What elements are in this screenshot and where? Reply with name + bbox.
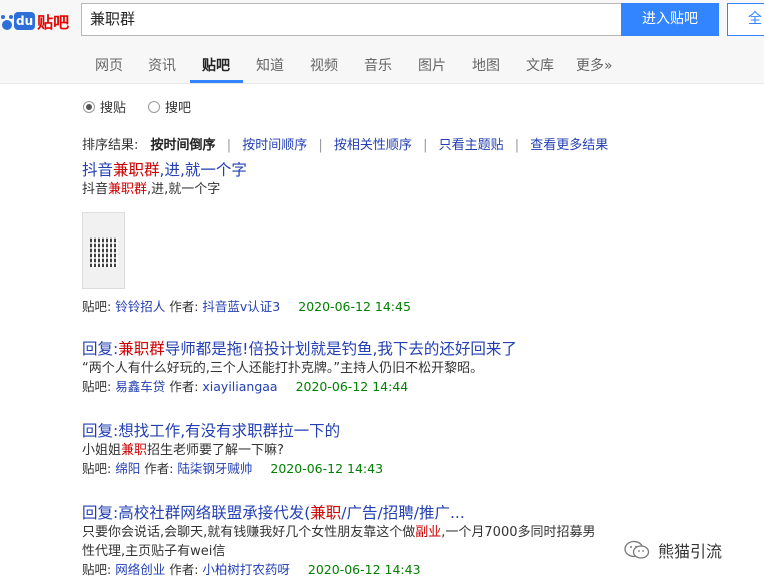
tab-images[interactable]: 图片 [418, 55, 446, 75]
radio-search-posts[interactable] [83, 100, 95, 113]
post-date: 2020-06-12 14:43 [307, 562, 421, 577]
qr-code-overlay [90, 237, 118, 267]
search-mode-radios: 搜贴 搜吧 [83, 97, 191, 116]
title-highlight[interactable]: 兼职群 [118, 340, 165, 358]
result-item: 回复:兼职群导师都是拖!倍投计划就是钓鱼,我下去的还好回来了 “两个人有什么好玩… [82, 339, 517, 396]
title-text[interactable]: 抖音 [82, 161, 113, 179]
result-item: 回复:想找工作,有没有求职群拉一下的 小姐姐兼职招生老师要了解一下嘛? 贴吧: … [82, 421, 383, 478]
logo-tieba-text: 贴吧 [37, 13, 70, 32]
author-link[interactable]: xiayiliangaa [202, 379, 277, 394]
sort-current: 按时间倒序 [150, 138, 216, 153]
post-date: 2020-06-12 14:44 [295, 379, 409, 394]
result-title-link[interactable]: 回复:兼职群导师都是拖!倍投计划就是钓鱼,我下去的还好回来了 [82, 339, 517, 359]
result-snippet: 只要你会说话,会聊天,就有钱赚我好几个女性朋友靠这个做副业,一个月7000多同时… [82, 523, 602, 561]
bar-label: 贴吧: [82, 299, 112, 314]
title-highlight[interactable]: 兼职群 [113, 161, 160, 179]
radio-search-bars[interactable] [148, 100, 161, 113]
tab-zhidao[interactable]: 知道 [256, 55, 284, 75]
post-date: 2020-06-12 14:45 [298, 299, 411, 314]
sort-relevance-link[interactable]: 按相关性顺序 [334, 138, 412, 153]
bar-label: 贴吧: [82, 379, 112, 394]
result-title-link[interactable]: 回复:高校社群网络联盟承接代发(兼职/广告/招聘/推广... [82, 503, 602, 523]
result-item: 抖音兼职群,进,就一个字 抖音兼职群,进,就一个字 [82, 160, 247, 199]
snippet-text: 只要你会说话,会聊天,就有钱赚我好几个女性朋友靠这个做 [82, 525, 416, 540]
bar-link[interactable]: 铃铃招人 [115, 299, 165, 314]
author-label: 作者: [169, 379, 199, 394]
tieba-logo[interactable]: du 贴吧 [0, 6, 69, 36]
divider: | [318, 138, 323, 153]
title-text[interactable]: 回复:高校社群网络联盟承接代发( [82, 504, 310, 522]
radio-search-posts-label[interactable]: 搜贴 [100, 97, 126, 116]
top-header: du 贴吧 兼职群 进入贴吧 全 网页 资讯 贴吧 知道 视频 音乐 图片 地图… [0, 0, 764, 84]
result-thumbnail[interactable] [82, 212, 125, 289]
result-meta: 贴吧: 易鑫车贷 作者: xiayiliangaa 2020-06-12 14:… [82, 378, 517, 396]
bar-label: 贴吧: [82, 562, 112, 577]
snippet-text: ,一个月7000多同时招募男 [441, 525, 596, 540]
post-date: 2020-06-12 14:43 [270, 461, 384, 476]
bar-label: 贴吧: [82, 461, 112, 476]
logo-du: du [14, 12, 36, 30]
result-item: 回复:高校社群网络联盟承接代发(兼职/广告/招聘/推广... 只要你会说话,会聊… [82, 503, 602, 579]
author-label: 作者: [144, 461, 174, 476]
author-label: 作者: [169, 562, 199, 577]
tab-web[interactable]: 网页 [95, 55, 123, 75]
result-snippet: “两个人有什么好玩的,三个人还能打扑克牌。”主持人仍旧不松开黎昭。 [82, 361, 484, 376]
wechat-watermark: 熊猫引流 [624, 538, 722, 562]
snippet-highlight: 副业 [415, 525, 442, 540]
wechat-icon [624, 540, 650, 559]
divider: | [514, 138, 520, 153]
result-meta: 贴吧: 铃铃招人 作者: 抖音蓝v认证3 2020-06-12 14:45 [82, 298, 411, 316]
sort-bar: 排序结果: 按时间倒序 | 按时间顺序 | 按相关性顺序 | 只看主题贴 | 查… [82, 134, 608, 153]
result-snippet: 小姐姐兼职招生老师要了解一下嘛? [82, 441, 383, 460]
author-label: 作者: [169, 299, 199, 314]
radio-search-bars-label[interactable]: 搜吧 [165, 97, 191, 116]
vertical-tabs: 网页 资讯 贴吧 知道 视频 音乐 图片 地图 文库 更多» [0, 53, 764, 84]
author-link[interactable]: 小柏树打农药呀 [202, 562, 290, 577]
title-text[interactable]: 回复: [82, 340, 118, 358]
snippet-highlight: 兼职群 [108, 182, 148, 197]
bar-link[interactable]: 网络创业 [115, 562, 165, 577]
snippet-highlight: 兼职 [121, 443, 148, 458]
bar-link[interactable]: 绵阳 [115, 461, 140, 476]
tab-news[interactable]: 资讯 [148, 55, 176, 75]
tab-more[interactable]: 更多» [576, 55, 613, 75]
divider: | [423, 138, 428, 153]
bar-link[interactable]: 易鑫车贷 [115, 379, 165, 394]
active-tab-indicator [190, 80, 243, 83]
author-link[interactable]: 抖音蓝v认证3 [202, 299, 280, 314]
title-text[interactable]: 导师都是拖!倍投计划就是钓鱼,我下去的还好回来了 [165, 340, 517, 358]
tab-wenku[interactable]: 文库 [526, 55, 554, 75]
divider: | [226, 138, 232, 153]
result-meta: 贴吧: 绵阳 作者: 陆柒钢牙贼帅 2020-06-12 14:43 [82, 460, 383, 478]
title-highlight[interactable]: 兼职 [310, 504, 341, 522]
result-meta: 贴吧: 网络创业 作者: 小柏树打农药呀 2020-06-12 14:43 [82, 561, 602, 579]
watermark-text: 熊猫引流 [658, 542, 723, 561]
snippet-text: 抖音 [82, 182, 109, 197]
enter-tieba-button[interactable]: 进入贴吧 [621, 3, 719, 36]
author-link[interactable]: 陆柒钢牙贼帅 [177, 461, 252, 476]
snippet-text: 招生老师要了解一下嘛? [147, 443, 284, 458]
tab-music[interactable]: 音乐 [364, 55, 392, 75]
snippet-text: 小姐姐 [82, 443, 122, 458]
sort-topics-only-link[interactable]: 只看主题贴 [439, 138, 504, 153]
more-results-link[interactable]: 查看更多结果 [530, 138, 608, 153]
result-title-link[interactable]: 抖音兼职群,进,就一个字 [82, 160, 247, 180]
tab-map[interactable]: 地图 [472, 55, 500, 75]
title-text[interactable]: /广告/招聘/推广... [341, 504, 464, 522]
tab-tieba[interactable]: 贴吧 [202, 55, 230, 75]
paw-icon [1, 15, 13, 30]
search-all-button[interactable]: 全 [727, 3, 764, 36]
title-text[interactable]: ,进,就一个字 [160, 161, 247, 179]
result-title-link[interactable]: 回复:想找工作,有没有求职群拉一下的 [82, 421, 383, 441]
snippet-text: 性代理,主页贴子有wei信 [82, 544, 226, 559]
tab-video[interactable]: 视频 [310, 55, 338, 75]
search-input[interactable]: 兼职群 [81, 3, 621, 36]
result-snippet: 抖音兼职群,进,就一个字 [82, 180, 247, 199]
snippet-text: ,进,就一个字 [147, 182, 221, 197]
sort-prefix: 排序结果: [82, 138, 139, 153]
sort-time-asc-link[interactable]: 按时间顺序 [242, 138, 307, 153]
